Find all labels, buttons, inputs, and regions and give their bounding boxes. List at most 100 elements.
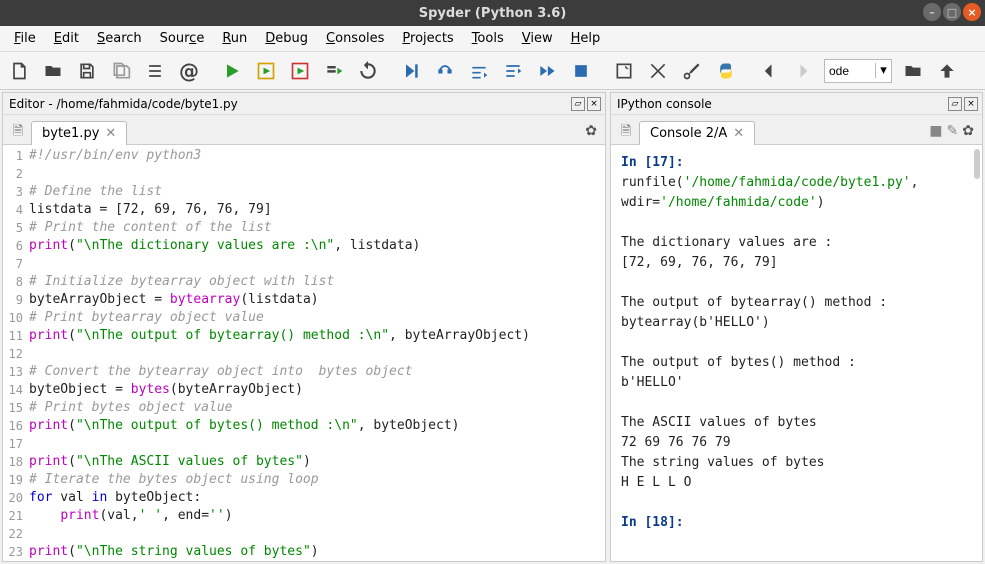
- console-line: b'HELLO': [621, 373, 972, 393]
- editor-options-icon[interactable]: ✿: [585, 123, 597, 139]
- at-button[interactable]: @: [176, 58, 202, 84]
- console-tab-label: Console 2/A: [650, 126, 727, 141]
- code-line[interactable]: 3# Define the list: [3, 183, 605, 201]
- restart-kernel-button[interactable]: [355, 58, 381, 84]
- menu-debug[interactable]: Debug: [257, 27, 316, 50]
- code-line[interactable]: 20for val in byteObject:: [3, 489, 605, 507]
- menu-run[interactable]: Run: [214, 27, 255, 50]
- step-into-button[interactable]: [466, 58, 492, 84]
- console-undock-icon[interactable]: ▱: [948, 97, 962, 111]
- working-dir-combo[interactable]: ▾: [824, 59, 892, 83]
- working-dir-dropdown[interactable]: ▾: [875, 63, 891, 78]
- run-cell-button[interactable]: [253, 58, 279, 84]
- code-line[interactable]: 10# Print bytearray object value: [3, 309, 605, 327]
- gutter: 22: [3, 525, 29, 543]
- maximize-pane-button[interactable]: [611, 58, 637, 84]
- gutter: 8: [3, 273, 29, 291]
- gutter: 3: [3, 183, 29, 201]
- continue-button[interactable]: [534, 58, 560, 84]
- code-line[interactable]: 22: [3, 525, 605, 543]
- run-selection-button[interactable]: [321, 58, 347, 84]
- console-output[interactable]: In [17]: runfile('/home/fahmida/code/byt…: [611, 145, 982, 561]
- code-line[interactable]: 13# Convert the bytearray object into by…: [3, 363, 605, 381]
- gutter: 7: [3, 255, 29, 273]
- editor-tab[interactable]: byte1.py ✕: [31, 121, 127, 145]
- window-close-button[interactable]: ×: [963, 3, 981, 21]
- menu-edit[interactable]: Edit: [46, 27, 87, 50]
- menu-projects[interactable]: Projects: [394, 27, 461, 50]
- window-maximize-button[interactable]: □: [943, 3, 961, 21]
- editor-pane: Editor - /home/fahmida/code/byte1.py ▱ ×…: [2, 92, 606, 562]
- console-line: [621, 333, 972, 353]
- debug-button[interactable]: [398, 58, 424, 84]
- step-over-button[interactable]: [432, 58, 458, 84]
- code-line[interactable]: 15# Print bytes object value: [3, 399, 605, 417]
- code-line[interactable]: 12: [3, 345, 605, 363]
- console-close-icon[interactable]: ×: [964, 97, 978, 111]
- code-line[interactable]: 9byteArrayObject = bytearray(listdata): [3, 291, 605, 309]
- code-line[interactable]: 1#!/usr/bin/env python3: [3, 147, 605, 165]
- run-button[interactable]: [219, 58, 245, 84]
- editor-tab-close[interactable]: ✕: [105, 126, 116, 141]
- code-line[interactable]: 17: [3, 435, 605, 453]
- parent-dir-button[interactable]: [934, 58, 960, 84]
- forward-button[interactable]: [790, 58, 816, 84]
- browse-dir-button[interactable]: [900, 58, 926, 84]
- menu-source[interactable]: Source: [152, 27, 213, 50]
- code-line[interactable]: 19# Iterate the bytes object using loop: [3, 471, 605, 489]
- console-clear-icon[interactable]: ✎: [947, 123, 959, 139]
- new-file-button[interactable]: [6, 58, 32, 84]
- stop-button[interactable]: [568, 58, 594, 84]
- console-options-icon[interactable]: ✿: [962, 123, 974, 139]
- code-line[interactable]: 7: [3, 255, 605, 273]
- back-button[interactable]: [756, 58, 782, 84]
- code-line[interactable]: 11print("\nThe output of bytearray() met…: [3, 327, 605, 345]
- fullscreen-button[interactable]: [645, 58, 671, 84]
- window-minimize-button[interactable]: –: [923, 3, 941, 21]
- outline-button[interactable]: [142, 58, 168, 84]
- console-scroll-indicator: [974, 149, 980, 179]
- preferences-button[interactable]: [679, 58, 705, 84]
- console-tab-list-icon[interactable]: 🗎: [617, 122, 635, 144]
- gutter: 18: [3, 453, 29, 471]
- console-tab-close[interactable]: ✕: [733, 126, 744, 141]
- menu-file[interactable]: File: [6, 27, 44, 50]
- save-all-button[interactable]: [108, 58, 134, 84]
- console-line: [72, 69, 76, 76, 79]: [621, 253, 972, 273]
- tab-list-icon[interactable]: 🗎: [9, 122, 27, 144]
- console-line: [621, 393, 972, 413]
- code-line[interactable]: 6print("\nThe dictionary values are :\n"…: [3, 237, 605, 255]
- code-line[interactable]: 2: [3, 165, 605, 183]
- menu-search[interactable]: Search: [89, 27, 150, 50]
- save-button[interactable]: [74, 58, 100, 84]
- console-tab[interactable]: Console 2/A ✕: [639, 121, 755, 145]
- editor-undock-icon[interactable]: ▱: [571, 97, 585, 111]
- open-file-button[interactable]: [40, 58, 66, 84]
- menu-tools[interactable]: Tools: [464, 27, 512, 50]
- menu-consoles[interactable]: Consoles: [318, 27, 392, 50]
- editor-close-icon[interactable]: ×: [587, 97, 601, 111]
- code-line[interactable]: 16print("\nThe output of bytes() method …: [3, 417, 605, 435]
- editor-code-area[interactable]: 1#!/usr/bin/env python323# Define the li…: [3, 145, 605, 561]
- step-out-button[interactable]: [500, 58, 526, 84]
- gutter: 2: [3, 165, 29, 183]
- gutter: 21: [3, 507, 29, 525]
- menu-view[interactable]: View: [514, 27, 561, 50]
- editor-tabbar: 🗎 byte1.py ✕ ✿: [3, 115, 605, 145]
- menu-help[interactable]: Help: [563, 27, 609, 50]
- code-line[interactable]: 23print("\nThe string values of bytes"): [3, 543, 605, 561]
- working-dir-input[interactable]: [825, 62, 875, 80]
- python-path-button[interactable]: [713, 58, 739, 84]
- console-stop-icon[interactable]: ■: [929, 123, 942, 139]
- gutter: 12: [3, 345, 29, 363]
- code-line[interactable]: 4listdata = [72, 69, 76, 76, 79]: [3, 201, 605, 219]
- console-line: [621, 493, 972, 513]
- code-line[interactable]: 8# Initialize bytearray object with list: [3, 273, 605, 291]
- code-line[interactable]: 21 print(val,' ', end=''): [3, 507, 605, 525]
- code-line[interactable]: 18print("\nThe ASCII values of bytes"): [3, 453, 605, 471]
- code-line[interactable]: 5# Print the content of the list: [3, 219, 605, 237]
- code-line[interactable]: 14byteObject = bytes(byteArrayObject): [3, 381, 605, 399]
- console-line: The dictionary values are :: [621, 233, 972, 253]
- run-cell-next-button[interactable]: [287, 58, 313, 84]
- gutter: 9: [3, 291, 29, 309]
